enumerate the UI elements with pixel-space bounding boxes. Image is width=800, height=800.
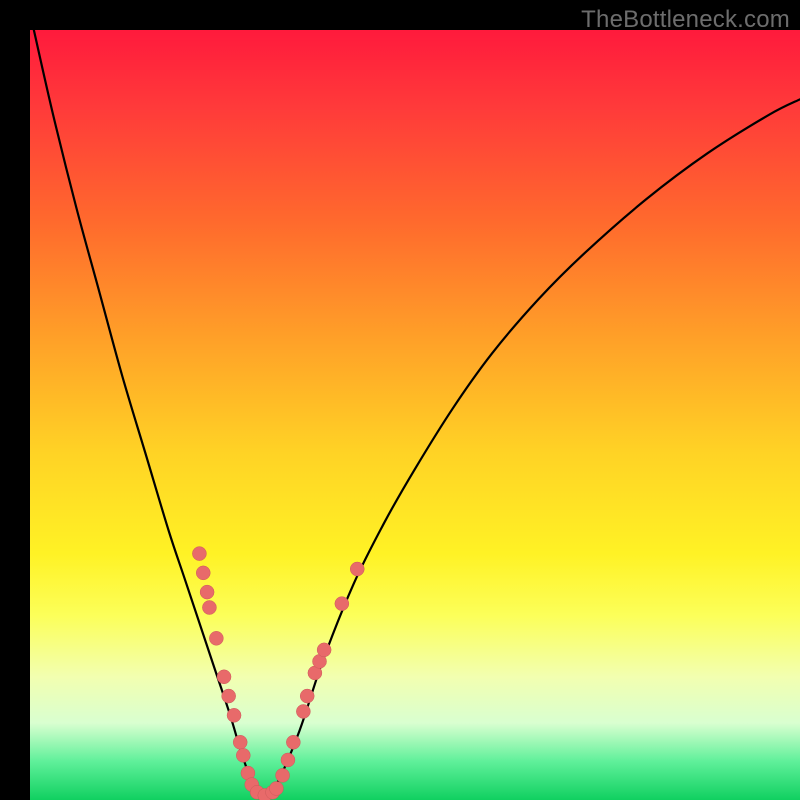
data-marker [269,781,283,795]
data-marker [200,585,214,599]
data-marker [209,631,223,645]
data-marker [192,547,206,561]
bottleneck-curve [34,30,800,796]
chart-svg [30,30,800,800]
data-marker [222,689,236,703]
data-marker [296,704,310,718]
data-marker [286,735,300,749]
data-markers [192,547,364,800]
data-marker [217,670,231,684]
data-marker [276,768,290,782]
plot-area [30,30,800,800]
data-marker [227,708,241,722]
data-marker [233,735,247,749]
data-marker [350,562,364,576]
data-marker [335,597,349,611]
chart-frame: TheBottleneck.com [0,0,800,800]
data-marker [236,748,250,762]
data-marker [300,689,314,703]
data-marker [281,753,295,767]
data-marker [196,566,210,580]
data-marker [317,643,331,657]
data-marker [202,601,216,615]
watermark-text: TheBottleneck.com [581,6,790,34]
